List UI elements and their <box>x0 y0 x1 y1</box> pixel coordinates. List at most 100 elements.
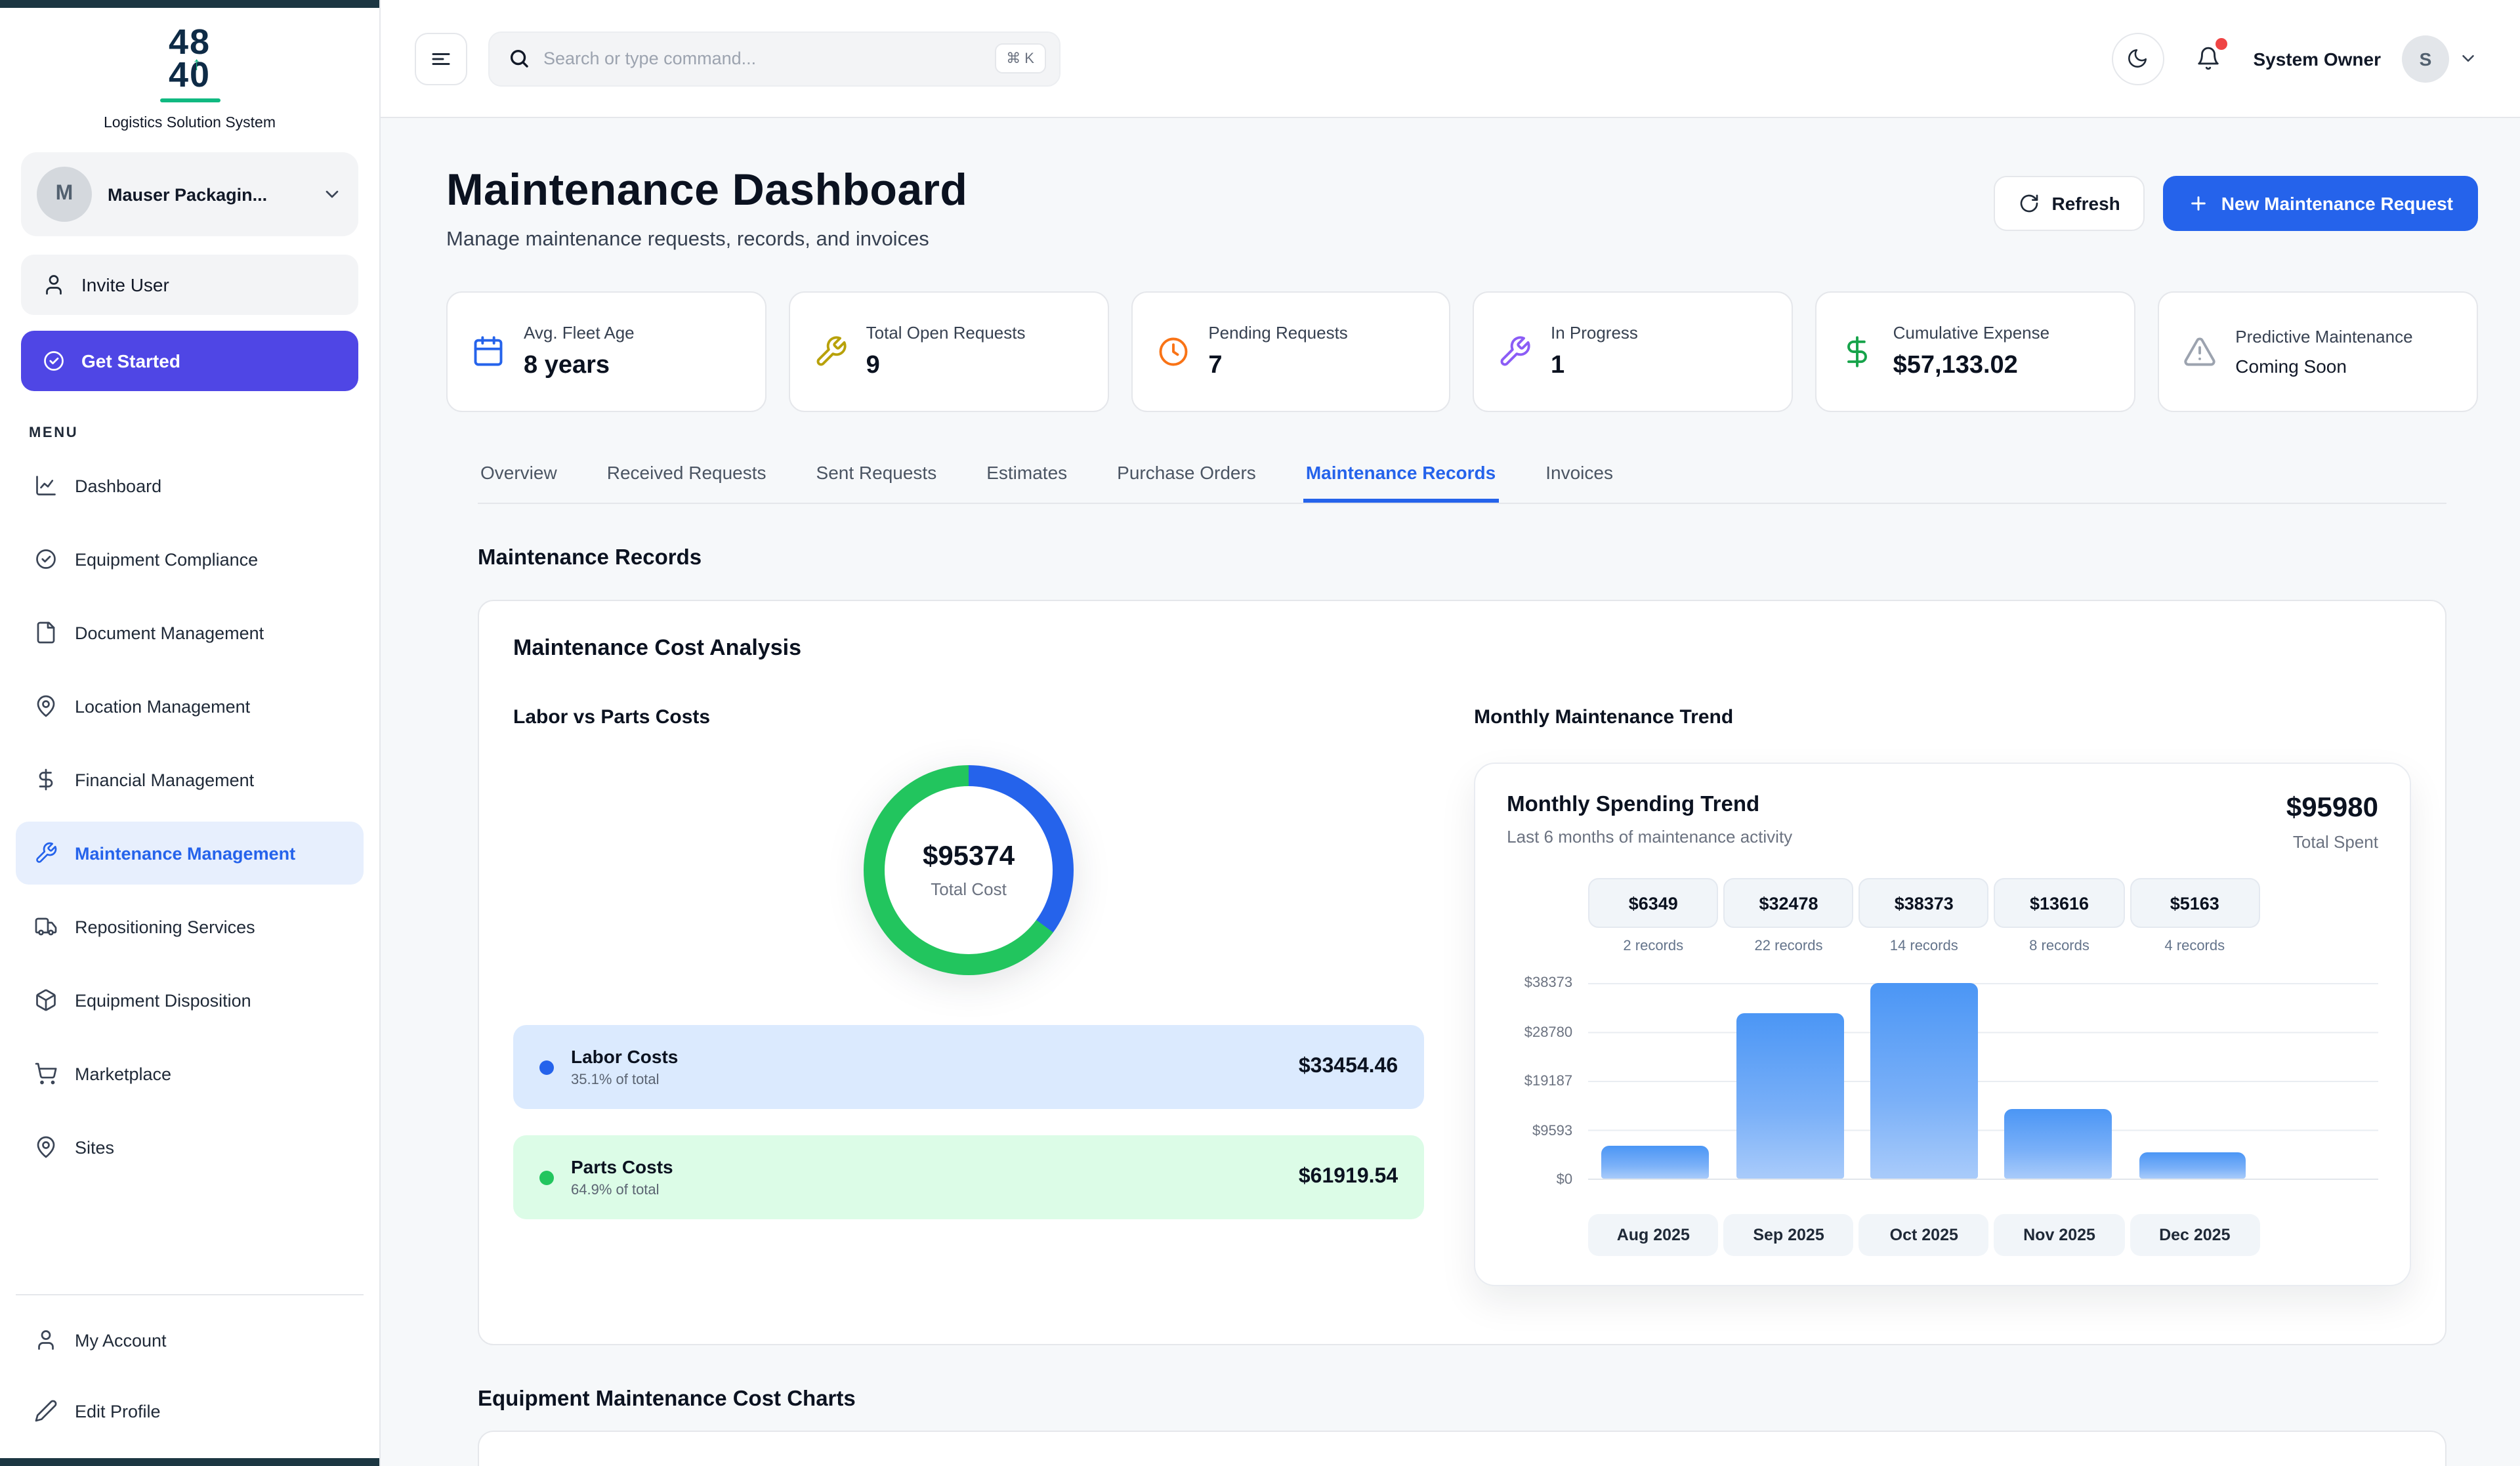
map-pin-icon <box>34 1135 58 1159</box>
equipment-cost-charts-card <box>478 1431 2446 1466</box>
stat-label: Pending Requests <box>1208 323 1348 343</box>
sidebar-item-marketplace[interactable]: Marketplace <box>16 1042 364 1105</box>
sidebar-item-label: Maintenance Management <box>75 843 295 863</box>
page-header: Maintenance Dashboard Manage maintenance… <box>446 165 2478 252</box>
chevron-down-icon <box>322 184 343 205</box>
sidebar-item-maintenance-management[interactable]: Maintenance Management <box>16 822 364 885</box>
sidebar-item-repositioning-services[interactable]: Repositioning Services <box>16 895 364 958</box>
tab-overview[interactable]: Overview <box>478 462 560 503</box>
notifications-button[interactable] <box>2185 35 2232 82</box>
tab-purchase-orders[interactable]: Purchase Orders <box>1114 462 1259 503</box>
spending-bar[interactable] <box>2005 1109 2112 1179</box>
sidebar-item-document-management[interactable]: Document Management <box>16 601 364 664</box>
dark-mode-toggle[interactable] <box>2111 32 2164 85</box>
y-axis: $38373$28780$19187$9593$0 <box>1507 983 1588 1180</box>
dollar-icon <box>34 768 58 791</box>
chart-line-icon <box>34 474 58 497</box>
sidebar-item-dashboard[interactable]: Dashboard <box>16 454 364 517</box>
sidebar-item-location-management[interactable]: Location Management <box>16 675 364 738</box>
legend-amount: $61919.54 <box>1299 1165 1398 1189</box>
company-avatar: M <box>37 167 92 222</box>
alert-triangle-icon <box>2183 335 2217 369</box>
value-chip[interactable]: $6349 <box>1588 878 1718 928</box>
sidebar-item-equipment-compliance[interactable]: Equipment Compliance <box>16 528 364 591</box>
tab-invoices[interactable]: Invoices <box>1543 462 1616 503</box>
tab-section: Overview Received Requests Sent Requests… <box>446 462 2478 1466</box>
calendar-icon <box>471 335 505 369</box>
refresh-button[interactable]: Refresh <box>1994 176 2145 231</box>
wrench-icon <box>814 335 848 369</box>
sidebar-menu: Dashboard Equipment Compliance Document … <box>0 454 379 1189</box>
user-menu[interactable]: S <box>2402 35 2478 82</box>
stat-value: 7 <box>1208 352 1348 381</box>
spending-bar[interactable] <box>1870 983 1978 1179</box>
stat-card: Total Open Requests 9 <box>789 291 1109 412</box>
tab-received-requests[interactable]: Received Requests <box>604 462 769 503</box>
sidebar-item-my-account[interactable]: My Account <box>16 1309 364 1372</box>
tab-maintenance-records[interactable]: Maintenance Records <box>1303 462 1498 503</box>
user-plus-icon <box>42 273 66 297</box>
logo-mark: 48 40 ↑ <box>159 26 220 102</box>
tab-estimates[interactable]: Estimates <box>984 462 1070 503</box>
logo-line1: 48 <box>159 26 220 59</box>
company-selector[interactable]: M Mauser Packagin... <box>21 152 358 236</box>
legend-row-labor: Labor Costs 35.1% of total $33454.46 <box>513 1025 1424 1109</box>
stat-card: In Progress 1 <box>1473 291 1794 412</box>
record-count-label: 8 records <box>1994 938 2124 954</box>
sidebar-item-label: Financial Management <box>75 770 254 789</box>
stat-card: Cumulative Expense $57,133.02 <box>1816 291 2136 412</box>
stat-card: Pending Requests 7 <box>1131 291 1451 412</box>
stat-text: Total Open Requests 9 <box>866 323 1026 381</box>
sidebar-item-financial-management[interactable]: Financial Management <box>16 748 364 811</box>
check-circle-icon <box>34 547 58 571</box>
header-actions: Refresh New Maintenance Request <box>1994 176 2479 231</box>
new-maintenance-request-button[interactable]: New Maintenance Request <box>2164 176 2478 231</box>
page-header-text: Maintenance Dashboard Manage maintenance… <box>446 165 967 252</box>
search-input[interactable] <box>543 49 981 68</box>
sidebar-item-label: Dashboard <box>75 476 161 495</box>
stat-value: Coming Soon <box>2235 356 2412 377</box>
sidebar-item-label: My Account <box>75 1330 167 1350</box>
spending-bar[interactable] <box>1736 1013 1843 1179</box>
legend-percentage: 64.9% of total <box>571 1183 673 1198</box>
refresh-icon <box>2019 193 2040 214</box>
truck-icon <box>34 915 58 938</box>
page-subtitle: Manage maintenance requests, records, an… <box>446 228 967 252</box>
stat-card: Avg. Fleet Age 8 years <box>446 291 766 412</box>
topbar: ⌘ K System Owner S <box>381 0 2520 118</box>
stat-value: 1 <box>1551 352 1638 381</box>
trend-header-left: Monthly Spending Trend Last 6 months of … <box>1507 793 1792 847</box>
sidebar-item-label: Edit Profile <box>75 1401 161 1421</box>
value-chip[interactable]: $13616 <box>1994 878 2124 928</box>
spending-bar[interactable] <box>2139 1152 2246 1179</box>
month-label-chip: Nov 2025 <box>1994 1214 2124 1256</box>
search-icon <box>508 47 530 70</box>
invite-user-button[interactable]: Invite User <box>21 255 358 315</box>
tab-sent-requests[interactable]: Sent Requests <box>814 462 940 503</box>
account-menu: My Account Edit Profile <box>16 1294 364 1450</box>
bar-slot <box>1723 983 1857 1179</box>
bar-slot <box>1991 983 2126 1179</box>
pencil-icon <box>34 1399 58 1423</box>
bell-icon <box>2196 46 2221 71</box>
sidebar-item-sites[interactable]: Sites <box>16 1116 364 1179</box>
trend-total-value: $95980 <box>2286 793 2378 824</box>
value-chip[interactable]: $5163 <box>2130 878 2259 928</box>
map-pin-icon <box>34 694 58 718</box>
sidebar-item-label: Sites <box>75 1137 114 1157</box>
stat-label: Predictive Maintenance <box>2235 327 2412 346</box>
logo-subtitle: Logistics Solution System <box>0 115 379 131</box>
notification-dot <box>2215 37 2227 49</box>
monthly-spending-trend-card: Monthly Spending Trend Last 6 months of … <box>1474 763 2411 1286</box>
value-chip[interactable]: $32478 <box>1723 878 1853 928</box>
sidebar-item-equipment-disposition[interactable]: Equipment Disposition <box>16 969 364 1032</box>
record-count-label: 14 records <box>1859 938 1989 954</box>
sidebar-item-edit-profile[interactable]: Edit Profile <box>16 1379 364 1442</box>
menu-icon <box>429 47 453 70</box>
equipment-cost-charts-title: Equipment Maintenance Cost Charts <box>478 1387 2446 1412</box>
spending-bar[interactable] <box>1602 1146 1710 1179</box>
get-started-button[interactable]: Get Started <box>21 331 358 391</box>
value-chip[interactable]: $38373 <box>1859 878 1989 928</box>
sidebar-toggle-button[interactable] <box>415 32 467 85</box>
stat-text: Cumulative Expense $57,133.02 <box>1893 323 2049 381</box>
